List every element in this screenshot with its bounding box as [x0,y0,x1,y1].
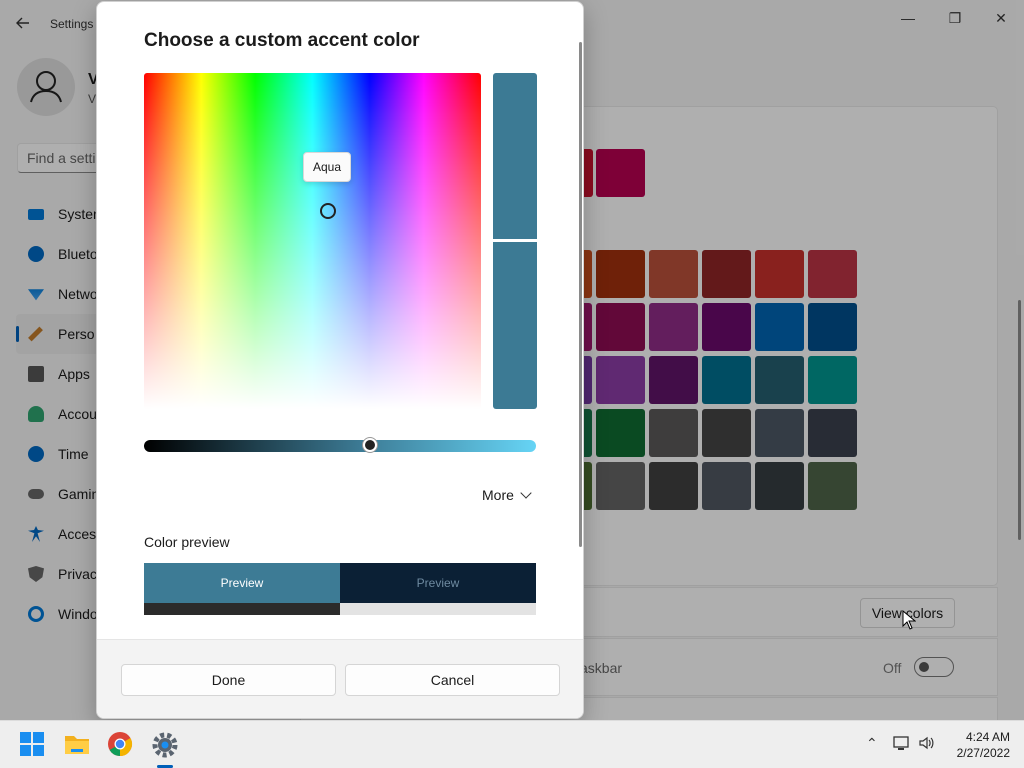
color-spectrum[interactable] [144,73,481,409]
done-button[interactable]: Done [121,664,336,696]
preview-dark-mode: Preview [340,563,536,603]
taskbar: ⌃ 4:24 AM 2/27/2022 [0,720,1024,768]
cancel-button[interactable]: Cancel [345,664,560,696]
custom-accent-color-dialog: Choose a custom accent color Aqua More C… [96,1,584,719]
brightness-slider[interactable] [144,440,536,452]
brightness-slider-thumb[interactable] [363,438,377,452]
chevron-up-icon[interactable]: ⌃ [866,735,878,752]
previous-color-preview [493,242,537,409]
spectrum-picker-handle[interactable] [320,203,336,219]
preview-dark-strip [340,603,536,615]
dialog-title: Choose a custom accent color [144,30,420,51]
settings-gear-icon[interactable] [151,731,179,759]
file-explorer-icon[interactable] [63,731,91,759]
clock-time: 4:24 AM [965,730,1010,744]
chrome-icon[interactable] [107,731,135,759]
clock-date: 2/27/2022 [956,746,1010,760]
dialog-scrollbar[interactable] [579,42,582,547]
chevron-down-icon [520,487,532,499]
network-tray-icon[interactable] [893,735,911,754]
preview-light-mode: Preview [144,563,340,603]
color-name-tooltip: Aqua [303,152,351,182]
color-preview-heading: Color preview [144,534,230,550]
volume-icon[interactable] [918,735,936,754]
more-label: More [482,487,514,503]
selected-color-preview [493,73,537,239]
more-options-button[interactable]: More [482,487,532,503]
preview-light-strip [144,603,340,615]
windows-start-icon[interactable] [19,731,47,759]
system-clock[interactable]: 4:24 AM 2/27/2022 [946,729,1010,761]
